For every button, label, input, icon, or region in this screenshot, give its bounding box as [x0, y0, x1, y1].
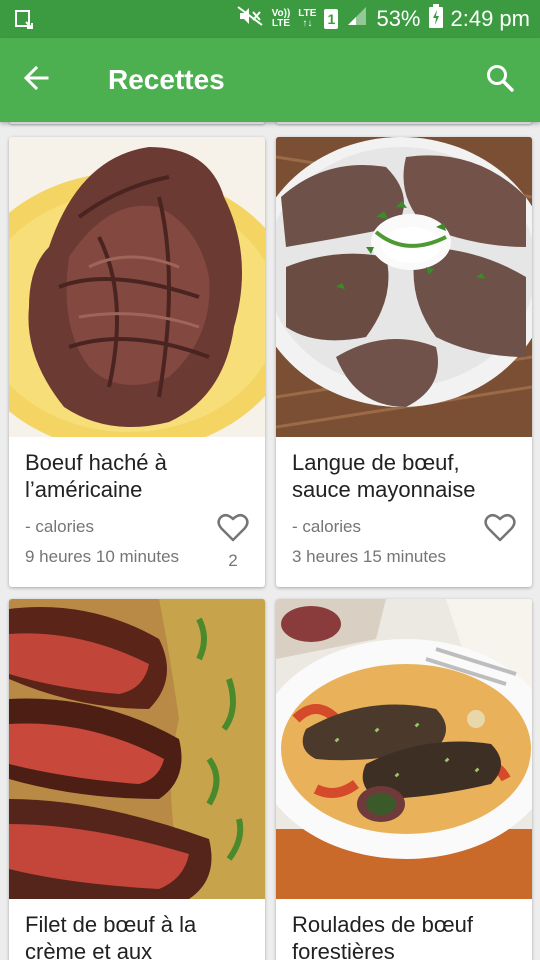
beef-roulades-photo [276, 599, 532, 899]
beef-fillet-photo [9, 599, 265, 899]
app-bar: Recettes [0, 38, 540, 122]
back-button[interactable] [14, 58, 58, 102]
recipe-card[interactable]: Filet de bœuf à la crème et aux [9, 599, 265, 960]
lte-icon: LTE ↑↓ [298, 9, 316, 29]
signal-icon [346, 5, 368, 33]
beef-tongue-photo [276, 137, 532, 437]
page-title: Recettes [108, 64, 225, 95]
battery-charging-icon [428, 4, 443, 34]
search-button[interactable] [478, 58, 522, 102]
recipe-card[interactable]: Roulades de bœuf forestières [276, 599, 532, 960]
battery-percent: 53% [376, 6, 421, 31]
recipe-card[interactable]: Boeuf haché à l’américaine - calories 9 … [9, 137, 265, 587]
recipe-duration: 9 heures 10 minutes [25, 547, 180, 566]
recipe-calories: - calories [292, 517, 361, 536]
recipe-calories: - calories [25, 517, 94, 536]
recipe-card[interactable]: Langue de bœuf, sauce mayonnaise - calor… [276, 137, 532, 587]
favorite-button[interactable] [215, 513, 251, 547]
recipe-title: Filet de bœuf à la crème et aux [25, 912, 197, 960]
lte-bottom-label: ↑↓ [302, 18, 313, 29]
sim-icon: 1 [324, 9, 339, 29]
recipe-title: Roulades de bœuf forestières [292, 912, 473, 960]
favorite-count: 2 [228, 551, 238, 570]
volte-bottom-label: LTE [271, 18, 291, 29]
volte-icon: Vo)) LTE [272, 9, 291, 29]
back-arrow-icon [22, 64, 50, 97]
pulled-beef-photo [9, 137, 265, 437]
clock: 2:49 pm [450, 6, 531, 31]
heart-outline-icon [484, 513, 516, 548]
status-bar: Vo)) LTE LTE ↑↓ 1 53% 2:49 pm [0, 0, 540, 38]
heart-outline-icon [217, 513, 249, 548]
screenshot-icon [14, 9, 36, 34]
recipe-title: Boeuf haché à l’américaine [25, 450, 167, 502]
search-icon [485, 63, 515, 98]
recipe-duration: 3 heures 15 minutes [292, 547, 447, 566]
recipe-title: Langue de bœuf, sauce mayonnaise [292, 450, 476, 502]
favorite-button[interactable] [482, 513, 518, 547]
mute-icon [236, 5, 264, 33]
